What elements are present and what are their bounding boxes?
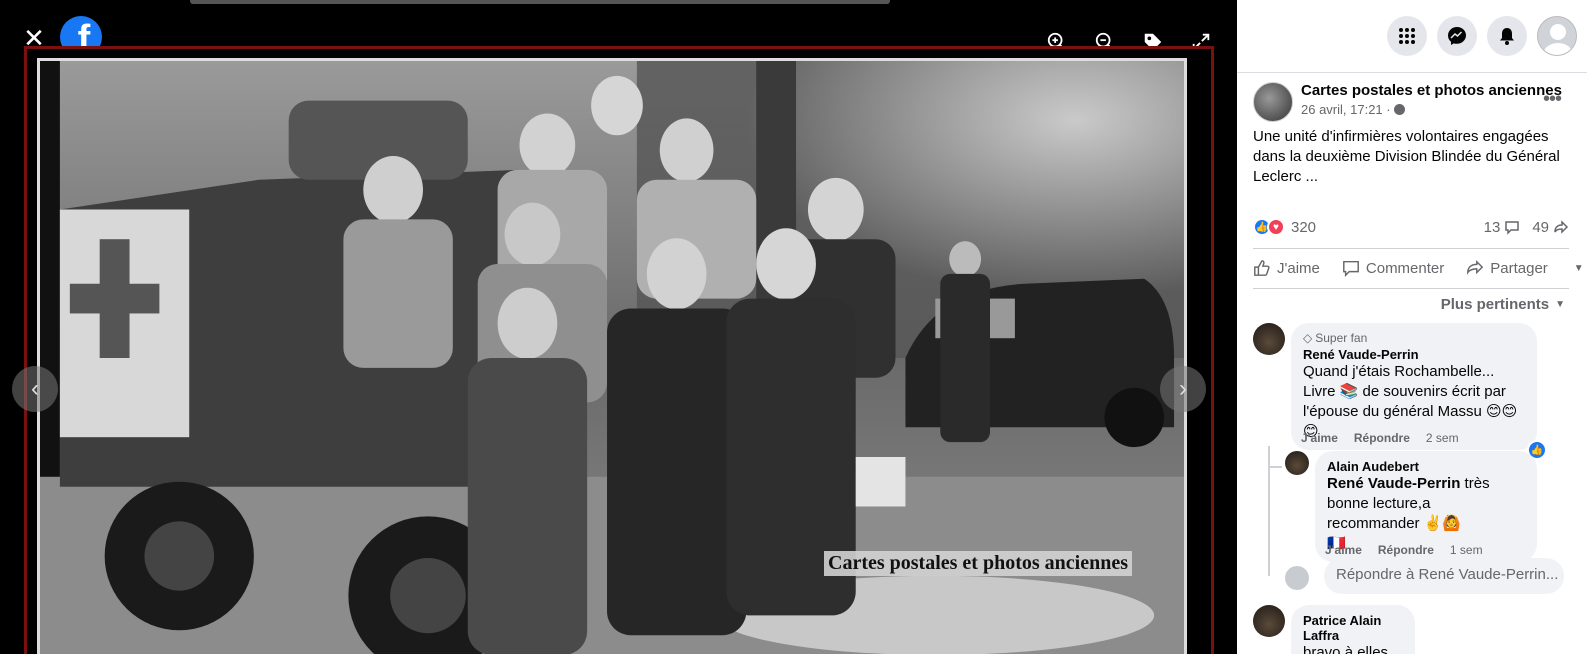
sort-label: Plus pertinents [1440,296,1550,313]
messenger-icon[interactable] [1437,16,1477,56]
comment: Patrice Alain Laffra bravo à elles 👍 [1253,605,1415,654]
comment-text: bravo à elles [1303,644,1389,654]
comment-reply-button[interactable]: Répondre [1378,543,1434,557]
super-fan-badge: ◇ Super fan [1303,331,1368,345]
comment-label: Commenter [1365,259,1445,277]
comment-actions: J'aime Répondre 1 sem [1325,543,1483,557]
divider [1253,288,1569,289]
notifications-icon[interactable] [1487,16,1527,56]
top-nav [1237,0,1587,72]
photo-frame: Cartes postales et photos anciennes [24,46,1214,654]
page-avatar[interactable] [1253,82,1293,122]
shares-count[interactable]: 49 [1532,219,1549,236]
comments-count[interactable]: 13 [1484,219,1501,236]
comment-reply-button[interactable]: Répondre [1354,431,1410,445]
comment-author[interactable]: Alain Audebert [1327,459,1525,474]
share-icon [1467,259,1484,275]
love-reaction-icon[interactable]: ♥ [1267,218,1285,236]
reaction-count[interactable]: 320 [1291,219,1316,236]
post-actions: J'aime Commenter Partager ▼ [1253,258,1584,278]
photo: Cartes postales et photos anciennes [37,58,1187,654]
comment-avatar[interactable] [1253,323,1285,355]
divider [1253,248,1569,249]
thumbs-up-icon [1254,260,1270,276]
comment-time[interactable]: 1 sem [1450,543,1483,557]
comment-like-button[interactable]: J'aime [1301,431,1338,445]
comment-avatar[interactable] [1253,605,1285,637]
comment-time[interactable]: 2 sem [1426,431,1459,445]
comment-icon [1342,260,1359,277]
photo-watermark: Cartes postales et photos anciennes [824,551,1132,576]
comment-like-button[interactable]: J'aime [1325,543,1362,557]
share-button[interactable]: Partager [1466,259,1548,277]
comment-bubble: Patrice Alain Laffra bravo à elles 👍 [1291,605,1415,654]
more-options-icon[interactable]: ••• [1543,88,1562,111]
caret-down-icon[interactable]: ▼ [1574,263,1584,274]
post-text: Une unité d'infirmières volontaires enga… [1253,128,1560,185]
comment-author[interactable]: René Vaude-Perrin [1303,347,1525,362]
like-label: J'aime [1277,259,1320,277]
like-button[interactable]: J'aime [1253,259,1320,277]
share-label: Partager [1490,259,1548,277]
comment-text: Quand j'étais Rochambelle... Livre 📚 de … [1303,363,1518,440]
comment-text: René Vaude-Perrin très bonne lecture,a r… [1327,475,1490,552]
chevron-left-icon[interactable]: ‹ [12,366,58,412]
menu-icon[interactable] [1387,16,1427,56]
reply-input[interactable]: Répondre à René Vaude-Perrin... [1324,558,1564,594]
divider [1237,72,1587,73]
post-header: Cartes postales et photos anciennes 26 a… [1253,82,1583,122]
comment-count-icon [1505,221,1520,235]
post-date[interactable]: 26 avril, 17:21 · [1301,102,1391,117]
comment-button[interactable]: Commenter [1342,259,1444,277]
globe-icon [1393,104,1405,115]
reactions-summary: 👍 ♥ 320 13 49 [1253,218,1569,236]
comment-actions: J'aime Répondre 2 sem [1301,431,1459,445]
mention-link[interactable]: René Vaude-Perrin [1327,475,1460,492]
reply-avatar [1285,566,1309,590]
scroll-indicator [190,0,890,4]
caret-down-icon: ▼ [1555,299,1565,310]
photo-viewer: ✕ f Cartes postales et photos anciennes … [0,0,1237,654]
comment-author[interactable]: Patrice Alain Laffra [1303,613,1403,643]
post-panel: Cartes postales et photos anciennes 26 a… [1237,0,1587,654]
diamond-icon: ◇ [1303,331,1313,345]
page-name[interactable]: Cartes postales et photos anciennes [1301,82,1562,99]
account-avatar[interactable] [1537,16,1577,56]
share-count-icon [1554,220,1569,234]
chevron-right-icon[interactable]: › [1160,366,1206,412]
comment-avatar[interactable] [1285,451,1309,475]
comment-sort-dropdown[interactable]: Plus pertinents ▼ [1441,296,1565,313]
thread-line [1268,466,1282,468]
